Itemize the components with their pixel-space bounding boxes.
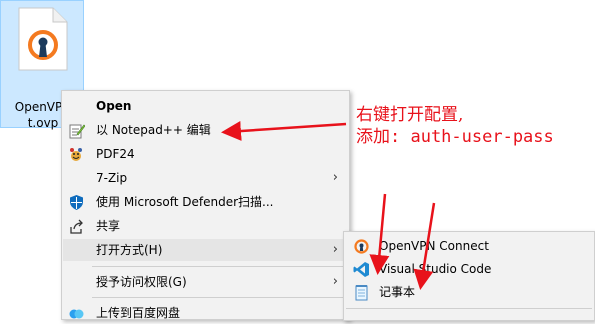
menu-item-pdf24[interactable]: PDF24: [63, 143, 348, 165]
menu-item-baidu-upload[interactable]: 上传到百度网盘: [63, 302, 348, 324]
chevron-right-icon: ›: [332, 170, 338, 185]
menu-item-label: 打开方式(H): [96, 243, 163, 257]
annotation-line2: 添加: auth-user-pass: [356, 127, 554, 147]
context-menu: Open 以 Notepad++ 编辑 PDF24 7-Zip › 使用 Mic…: [61, 90, 350, 320]
pdf24-icon: [70, 148, 82, 161]
open-with-submenu: OpenVPN Connect Visual Studio Code 记事本: [343, 231, 595, 321]
annotation-line1: 右键打开配置,: [356, 105, 464, 125]
menu-item-label: 使用 Microsoft Defender扫描...: [96, 195, 274, 209]
vscode-icon: [353, 262, 369, 277]
defender-shield-icon: [70, 195, 83, 210]
submenu-item-notepad[interactable]: 记事本: [345, 281, 593, 303]
menu-item-notepadpp[interactable]: 以 Notepad++ 编辑: [63, 119, 348, 141]
annotation-text: 右键打开配置, 添加: auth-user-pass: [356, 104, 554, 148]
submenu-item-label: 记事本: [379, 285, 416, 299]
menu-item-label: Open: [96, 99, 132, 113]
openvpn-file-icon: [18, 7, 68, 71]
menu-item-defender-scan[interactable]: 使用 Microsoft Defender扫描...: [63, 191, 348, 213]
chevron-right-icon: ›: [332, 274, 338, 289]
menu-item-share[interactable]: 共享: [63, 215, 348, 237]
submenu-item-openvpn-connect[interactable]: OpenVPN Connect: [345, 235, 593, 257]
notepad-icon: [355, 285, 368, 301]
menu-item-label: 授予访问权限(G): [96, 275, 187, 289]
submenu-item-label: OpenVPN Connect: [379, 239, 489, 253]
menu-item-label: 上传到百度网盘: [96, 306, 181, 320]
menu-item-label: 以 Notepad++ 编辑: [96, 123, 211, 137]
menu-item-7zip[interactable]: 7-Zip ›: [63, 167, 348, 189]
menu-item-grant-access[interactable]: 授予访问权限(G) ›: [63, 271, 348, 293]
share-icon: [70, 219, 83, 234]
submenu-item-vscode[interactable]: Visual Studio Code: [345, 258, 593, 280]
submenu-separator: [346, 308, 592, 309]
baidu-netdisk-icon: [69, 309, 84, 319]
chevron-right-icon: ›: [332, 242, 338, 257]
menu-item-label: PDF24: [96, 147, 135, 161]
submenu-item-label: Visual Studio Code: [379, 262, 492, 276]
notepadpp-icon: [69, 124, 85, 139]
menu-item-open-with[interactable]: 打开方式(H) ›: [63, 239, 348, 261]
menu-item-open[interactable]: Open: [63, 95, 348, 117]
openvpn-icon: [354, 239, 369, 254]
menu-item-label: 7-Zip: [96, 171, 128, 185]
menu-separator: [92, 297, 347, 298]
menu-separator: [92, 266, 347, 267]
menu-item-label: 共享: [96, 219, 121, 233]
